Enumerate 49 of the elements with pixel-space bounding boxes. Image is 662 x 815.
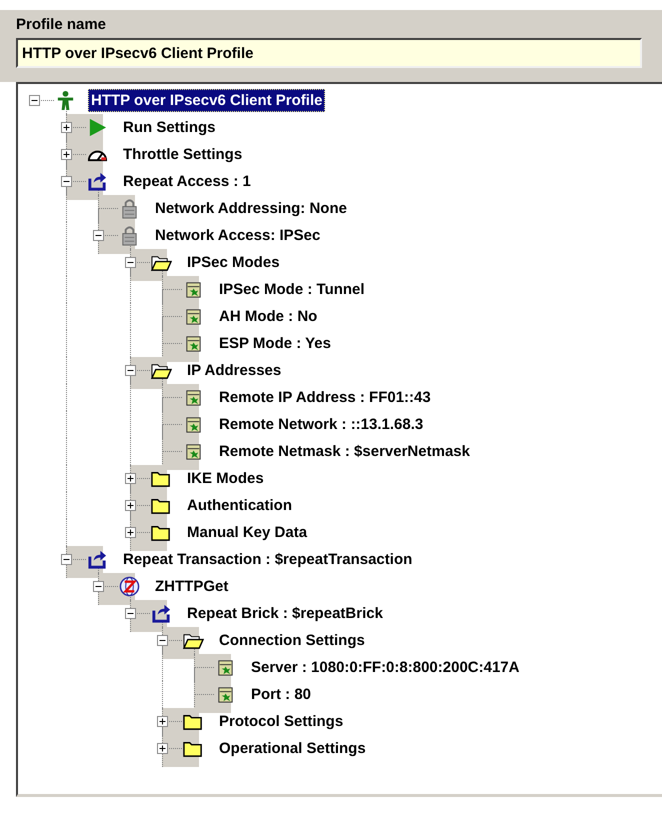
toggle-button[interactable] (93, 230, 104, 241)
play-icon (87, 117, 108, 138)
field-label: Profile name (16, 15, 108, 35)
toggle-button[interactable] (125, 608, 136, 619)
toggle-button[interactable] (93, 581, 104, 592)
toggle-button[interactable] (61, 149, 72, 160)
toggle-button[interactable] (125, 527, 136, 538)
toggle-button[interactable] (61, 176, 72, 187)
toggle-button[interactable] (61, 122, 72, 133)
tree-item[interactable]: ZHTTPGet (152, 575, 232, 598)
tree-item[interactable]: Repeat Brick : $repeatBrick (184, 602, 386, 625)
tree-item[interactable]: HTTP over IPsecv6 Client Profile (88, 89, 326, 112)
tree-item[interactable]: Throttle Settings (120, 143, 246, 166)
toggle-button[interactable] (157, 716, 168, 727)
tree-item[interactable]: Authentication (184, 494, 295, 517)
toggle-button[interactable] (125, 257, 136, 268)
tree-item[interactable]: ESP Mode : Yes (216, 332, 334, 355)
tree-item[interactable]: Server : 1080:0:FF:0:8:800:200C:417A (248, 656, 522, 679)
repeat-icon (87, 171, 108, 192)
toggle-button[interactable] (125, 473, 136, 484)
tree-item[interactable]: Manual Key Data (184, 521, 310, 544)
tree-item[interactable]: Protocol Settings (216, 710, 346, 733)
tree-item[interactable]: Run Settings (120, 116, 218, 139)
profile-name-field[interactable]: HTTP over IPsecv6 Client Profile (16, 38, 642, 68)
tree-item[interactable]: Connection Settings (216, 629, 368, 652)
repeat-icon (151, 603, 172, 624)
tree-item[interactable]: Repeat Access : 1 (120, 170, 254, 193)
toggle-button[interactable] (61, 554, 72, 565)
person-icon (55, 90, 76, 111)
tree-item[interactable]: IPSec Mode : Tunnel (216, 278, 368, 301)
tree-item[interactable]: Remote Netmask : $serverNetmask (216, 440, 473, 463)
tree-item[interactable]: Remote Network : ::13.1.68.3 (216, 413, 426, 436)
tree-item[interactable]: AH Mode : No (216, 305, 320, 328)
tree-item[interactable]: Port : 80 (248, 683, 314, 706)
tree-item[interactable]: Repeat Transaction : $repeatTransaction (120, 548, 416, 571)
tree-item[interactable]: IKE Modes (184, 467, 267, 490)
toggle-button[interactable] (157, 743, 168, 754)
repeat-icon (87, 549, 108, 570)
globe-icon (119, 576, 140, 597)
tree-item[interactable]: IPSec Modes (184, 251, 283, 274)
toggle-button[interactable] (157, 635, 168, 646)
tree-item[interactable]: Remote IP Address : FF01::43 (216, 386, 434, 409)
toggle-button[interactable] (125, 500, 136, 511)
toggle-button[interactable] (29, 95, 40, 106)
tree-item[interactable]: IP Addresses (184, 359, 284, 382)
tree-item[interactable]: Network Addressing: None (152, 197, 350, 220)
tree-item[interactable]: Operational Settings (216, 737, 369, 760)
tree-item[interactable]: Network Access: IPSec (152, 224, 324, 247)
toggle-button[interactable] (125, 365, 136, 376)
